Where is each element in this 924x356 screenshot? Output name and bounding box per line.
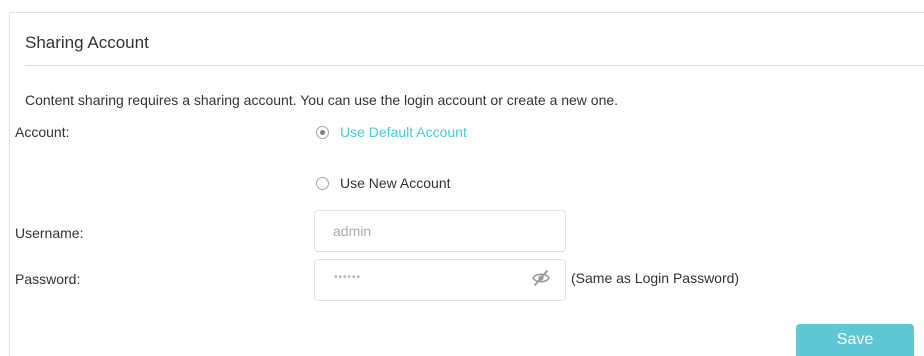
panel-title: Sharing Account — [25, 33, 149, 52]
title-divider — [25, 65, 924, 66]
radio-label-default-account[interactable]: Use Default Account — [340, 124, 467, 140]
password-hint: (Same as Login Password) — [571, 270, 740, 286]
radio-use-default-account[interactable]: Use Default Account — [316, 124, 467, 140]
radio-unchecked-icon[interactable] — [316, 176, 329, 190]
eye-slash-icon[interactable] — [531, 268, 551, 288]
sharing-account-panel: Sharing Account Content sharing requires… — [9, 12, 924, 356]
radio-use-new-account[interactable]: Use New Account — [316, 175, 451, 191]
radio-checked-icon[interactable] — [316, 125, 329, 139]
panel-description: Content sharing requires a sharing accou… — [25, 92, 619, 108]
username-label: Username: — [15, 225, 84, 241]
password-label: Password: — [15, 271, 81, 287]
account-label: Account: — [15, 124, 70, 140]
radio-label-new-account[interactable]: Use New Account — [340, 175, 451, 191]
save-button[interactable]: Save — [796, 324, 914, 356]
username-input[interactable] — [314, 210, 566, 252]
password-masked-value: •••••• — [334, 272, 362, 283]
